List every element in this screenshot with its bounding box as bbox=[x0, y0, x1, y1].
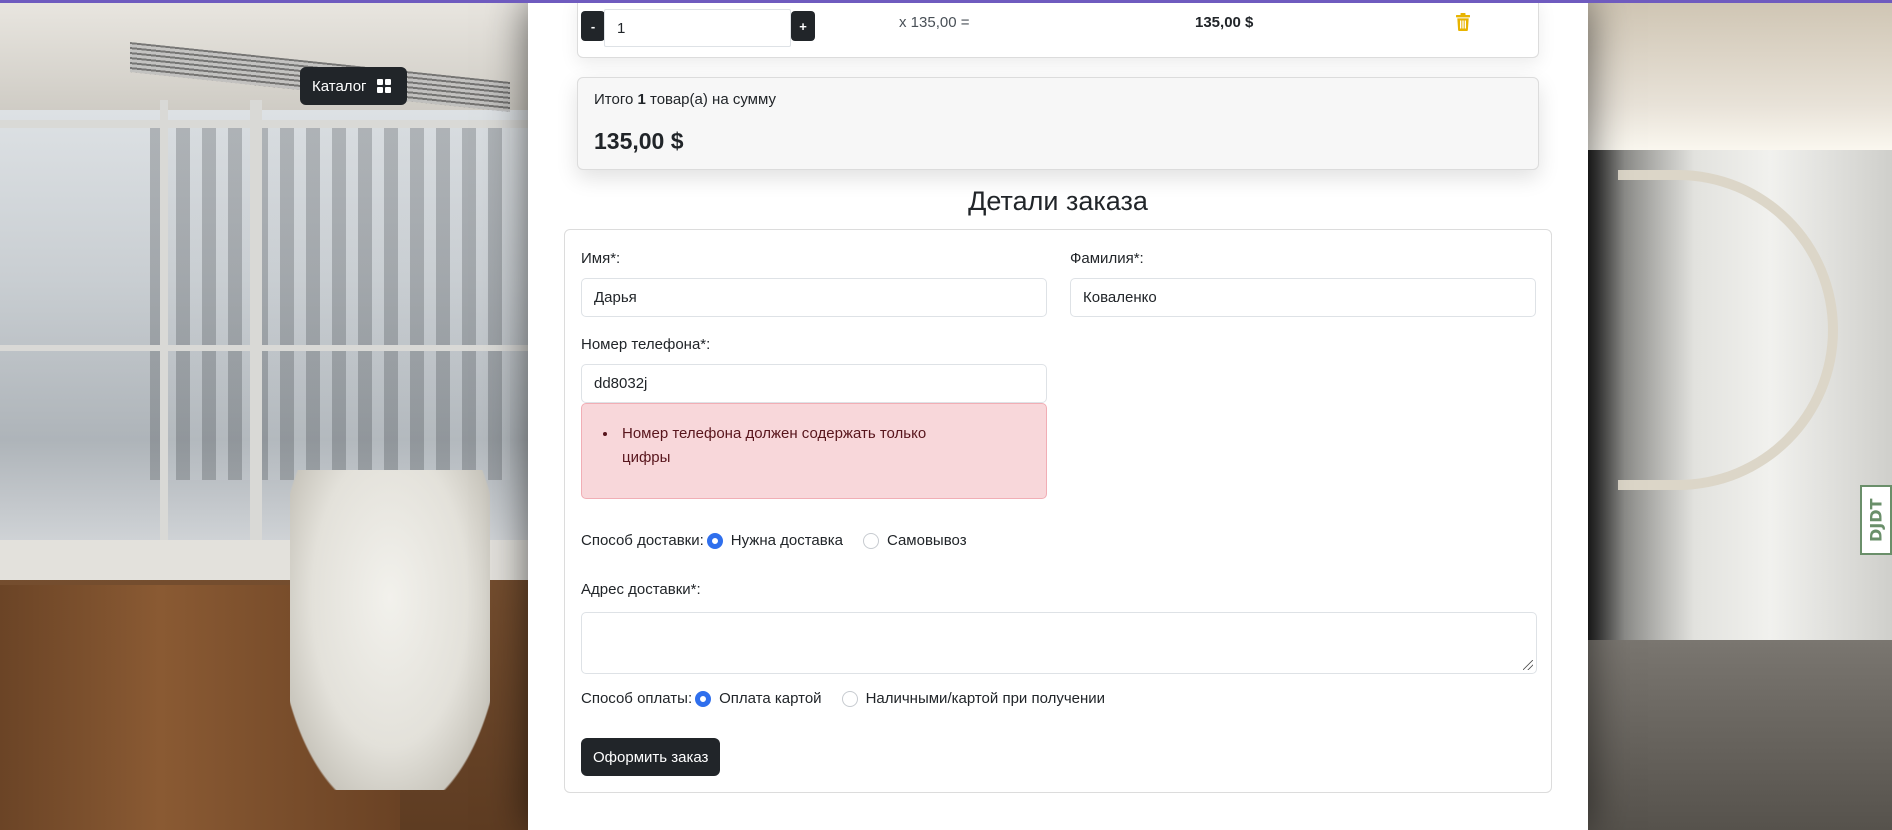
cart-item-row: - + x 135,00 = 135,00 $ bbox=[577, 0, 1539, 58]
unit-price: x 135,00 = bbox=[899, 14, 970, 31]
last-name-field[interactable] bbox=[1070, 278, 1536, 317]
city-view bbox=[150, 120, 510, 480]
checkout-panel: - + x 135,00 = 135,00 $ Итого 1 товар(а)… bbox=[528, 0, 1588, 830]
address-textarea[interactable] bbox=[581, 612, 1537, 674]
delivery-radio-courier[interactable] bbox=[706, 532, 723, 549]
payment-method-group: Способ оплаты: Оплата картой Наличными/к… bbox=[581, 690, 1105, 707]
trash-icon[interactable] bbox=[1456, 13, 1470, 31]
summary-line: Итого 1 товар(а) на сумму bbox=[594, 91, 776, 108]
window-mullion bbox=[250, 100, 262, 560]
payment-option-cash[interactable]: Наличными/картой при получении bbox=[866, 690, 1105, 707]
delivery-option-courier[interactable]: Нужна доставка bbox=[731, 532, 843, 549]
catalog-label: Каталог bbox=[312, 77, 367, 95]
carpet-floor bbox=[1588, 640, 1892, 830]
phone-error-message: Номер телефона должен содержать только ц… bbox=[618, 422, 978, 470]
payment-option-card[interactable]: Оплата картой bbox=[719, 690, 821, 707]
phone-field[interactable] bbox=[581, 364, 1047, 403]
window-mullion bbox=[160, 100, 168, 560]
delivery-method-label: Способ доставки: bbox=[581, 532, 704, 549]
first-name-field[interactable] bbox=[581, 278, 1047, 317]
payment-radio-card[interactable] bbox=[695, 690, 712, 707]
office-scene-right bbox=[1588, 0, 1892, 830]
payment-method-label: Способ оплаты: bbox=[581, 690, 693, 707]
last-name-label: Фамилия*: bbox=[1070, 250, 1144, 267]
quantity-input[interactable] bbox=[604, 9, 791, 47]
resize-handle-icon[interactable] bbox=[1523, 660, 1533, 670]
top-accent-line bbox=[0, 0, 1892, 3]
office-scene-left bbox=[0, 0, 528, 830]
payment-radio-cash[interactable] bbox=[841, 690, 858, 707]
order-summary: Итого 1 товар(а) на сумму 135,00 $ bbox=[577, 77, 1539, 170]
summary-suffix: товар(а) на сумму bbox=[650, 91, 776, 108]
increase-quantity-button[interactable]: + bbox=[791, 11, 815, 41]
error-list: Номер телефона должен содержать только ц… bbox=[618, 422, 978, 470]
debug-toolbar-handle[interactable]: DJDT bbox=[1860, 485, 1892, 555]
window-mullion bbox=[0, 120, 528, 128]
delivery-option-pickup[interactable]: Самовывоз bbox=[887, 532, 967, 549]
catalog-button[interactable]: Каталог bbox=[300, 67, 407, 105]
place-order-button[interactable]: Оформить заказ bbox=[581, 738, 721, 776]
delivery-method-group: Способ доставки: Нужна доставка Самовыво… bbox=[581, 532, 967, 549]
delivery-radio-pickup[interactable] bbox=[862, 532, 879, 549]
address-label: Адрес доставки*: bbox=[581, 581, 701, 598]
first-name-label: Имя*: bbox=[581, 250, 621, 267]
lit-arc-shelf bbox=[1618, 170, 1838, 490]
office-chair bbox=[290, 470, 490, 790]
order-details-title: Детали заказа bbox=[968, 186, 1148, 216]
decrease-quantity-button[interactable]: - bbox=[581, 11, 605, 41]
summary-total: 135,00 $ bbox=[594, 128, 684, 154]
summary-prefix: Итого bbox=[594, 91, 634, 108]
summary-count: 1 bbox=[637, 91, 646, 108]
phone-label: Номер телефона*: bbox=[581, 336, 711, 353]
right-ceiling bbox=[1588, 0, 1892, 150]
grid-icon bbox=[376, 79, 391, 93]
phone-error-alert: Номер телефона должен содержать только ц… bbox=[581, 403, 1047, 499]
window-mullion bbox=[0, 345, 528, 351]
order-form: Имя*: Фамилия*: Номер телефона*: Номер т… bbox=[564, 229, 1552, 793]
item-total: 135,00 $ bbox=[1195, 14, 1254, 31]
